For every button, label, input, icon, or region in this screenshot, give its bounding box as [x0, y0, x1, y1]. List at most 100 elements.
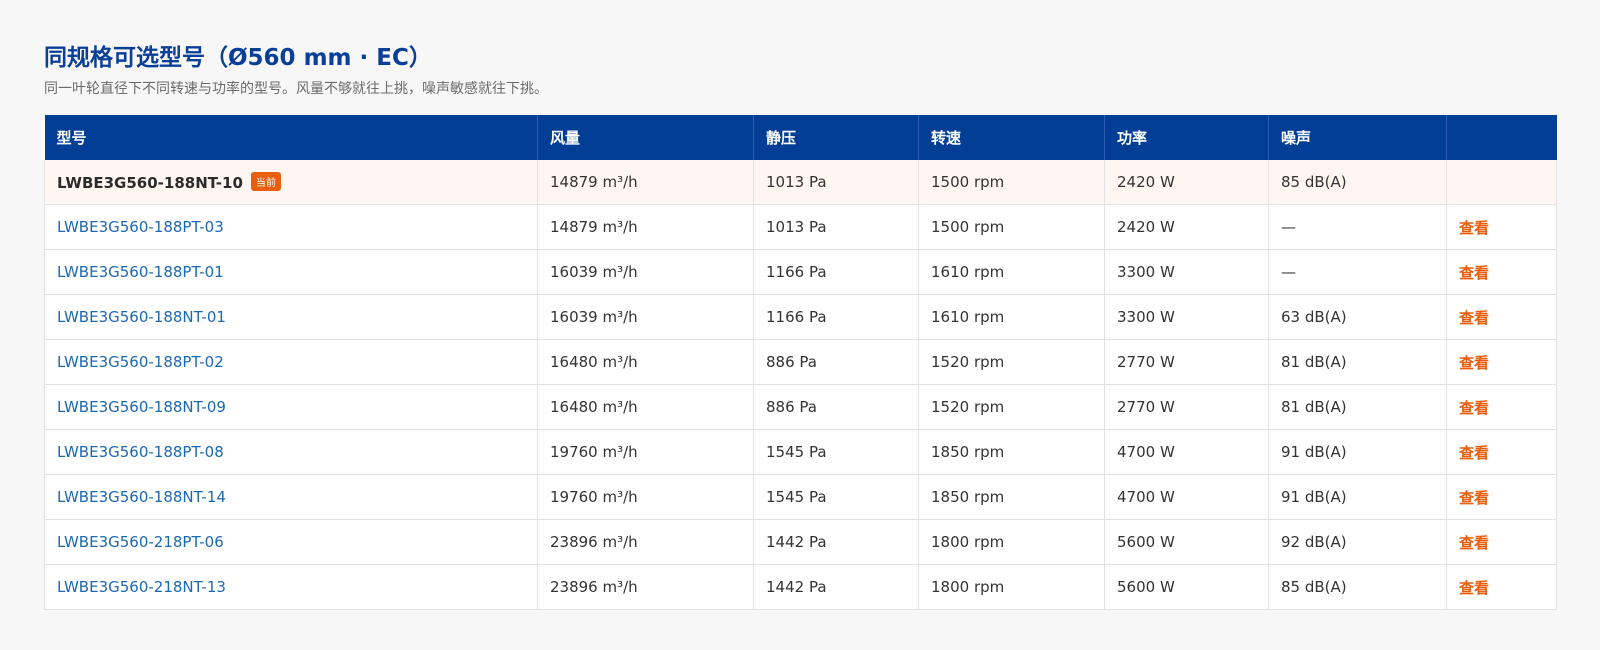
- cell-speed: 1610 rpm: [918, 249, 1105, 295]
- cell-model: LWBE3G560-188NT-14: [44, 474, 538, 520]
- cell-pressure: 1166 Pa: [753, 249, 919, 295]
- cell-action: 查看: [1446, 384, 1557, 430]
- model-link[interactable]: LWBE3G560-188NT-09: [57, 398, 226, 416]
- cell-model: LWBE3G560-218PT-06: [44, 519, 538, 565]
- header-pressure: 静压: [753, 115, 919, 160]
- model-link[interactable]: LWBE3G560-188PT-03: [57, 218, 224, 236]
- cell-airflow: 19760 m³/h: [537, 474, 754, 520]
- cell-noise: 81 dB(A): [1268, 384, 1447, 430]
- table-row: LWBE3G560-188PT-02 16480 m³/h 886 Pa 152…: [44, 339, 1557, 385]
- cell-speed: 1800 rpm: [918, 519, 1105, 565]
- page-title: 同规格可选型号（Ø560 mm · EC）: [44, 45, 432, 71]
- cell-power: 2420 W: [1104, 204, 1269, 250]
- header-action: [1446, 115, 1557, 160]
- cell-speed: 1500 rpm: [918, 160, 1105, 205]
- header-noise: 噪声: [1268, 115, 1447, 160]
- header-airflow: 风量: [537, 115, 754, 160]
- cell-airflow: 23896 m³/h: [537, 564, 754, 610]
- view-button[interactable]: 查看: [1459, 264, 1489, 282]
- view-button[interactable]: 查看: [1459, 309, 1489, 327]
- cell-airflow: 14879 m³/h: [537, 160, 754, 205]
- cell-action: 查看: [1446, 249, 1557, 295]
- cell-speed: 1800 rpm: [918, 564, 1105, 610]
- model-link[interactable]: LWBE3G560-188PT-08: [57, 443, 224, 461]
- cell-noise: 85 dB(A): [1268, 160, 1447, 205]
- cell-model: LWBE3G560-188PT-08: [44, 429, 538, 475]
- cell-pressure: 1442 Pa: [753, 564, 919, 610]
- cell-model: LWBE3G560-188NT-01: [44, 294, 538, 340]
- cell-airflow: 23896 m³/h: [537, 519, 754, 565]
- model-link[interactable]: LWBE3G560-188NT-14: [57, 488, 226, 506]
- current-badge: 当前: [250, 172, 281, 191]
- table-row: LWBE3G560-188NT-14 19760 m³/h 1545 Pa 18…: [44, 474, 1557, 520]
- current-model-name: LWBE3G560-188NT-10: [57, 174, 243, 192]
- table-row: LWBE3G560-188PT-01 16039 m³/h 1166 Pa 16…: [44, 249, 1557, 295]
- cell-power: 3300 W: [1104, 249, 1269, 295]
- cell-noise: 91 dB(A): [1268, 429, 1447, 475]
- cell-noise: 81 dB(A): [1268, 339, 1447, 385]
- cell-noise: —: [1268, 204, 1447, 250]
- cell-speed: 1520 rpm: [918, 339, 1105, 385]
- cell-model: LWBE3G560-188PT-03: [44, 204, 538, 250]
- cell-airflow: 19760 m³/h: [537, 429, 754, 475]
- cell-speed: 1610 rpm: [918, 294, 1105, 340]
- cell-speed: 1520 rpm: [918, 384, 1105, 430]
- cell-airflow: 16480 m³/h: [537, 384, 754, 430]
- view-button[interactable]: 查看: [1459, 579, 1489, 597]
- cell-pressure: 886 Pa: [753, 384, 919, 430]
- view-button[interactable]: 查看: [1459, 489, 1489, 507]
- cell-power: 5600 W: [1104, 519, 1269, 565]
- view-button[interactable]: 查看: [1459, 354, 1489, 372]
- table-row: LWBE3G560-188NT-01 16039 m³/h 1166 Pa 16…: [44, 294, 1557, 340]
- cell-action: 查看: [1446, 429, 1557, 475]
- cell-model: LWBE3G560-188NT-10 当前: [44, 160, 538, 205]
- cell-pressure: 1545 Pa: [753, 429, 919, 475]
- cell-noise: 63 dB(A): [1268, 294, 1447, 340]
- view-button[interactable]: 查看: [1459, 399, 1489, 417]
- table-row: LWBE3G560-188PT-08 19760 m³/h 1545 Pa 18…: [44, 429, 1557, 475]
- cell-speed: 1850 rpm: [918, 429, 1105, 475]
- header-model: 型号: [44, 115, 538, 160]
- cell-pressure: 1442 Pa: [753, 519, 919, 565]
- header-speed: 转速: [918, 115, 1105, 160]
- table-row-current: LWBE3G560-188NT-10 当前 14879 m³/h 1013 Pa …: [44, 160, 1557, 205]
- cell-action: [1446, 160, 1557, 205]
- cell-noise: 92 dB(A): [1268, 519, 1447, 565]
- cell-action: 查看: [1446, 474, 1557, 520]
- table-row: LWBE3G560-218PT-06 23896 m³/h 1442 Pa 18…: [44, 519, 1557, 565]
- table-row: LWBE3G560-188NT-09 16480 m³/h 886 Pa 152…: [44, 384, 1557, 430]
- cell-power: 4700 W: [1104, 474, 1269, 520]
- cell-model: LWBE3G560-218NT-13: [44, 564, 538, 610]
- cell-pressure: 886 Pa: [753, 339, 919, 385]
- cell-speed: 1500 rpm: [918, 204, 1105, 250]
- cell-power: 3300 W: [1104, 294, 1269, 340]
- model-link[interactable]: LWBE3G560-188PT-01: [57, 263, 224, 281]
- cell-pressure: 1166 Pa: [753, 294, 919, 340]
- cell-pressure: 1013 Pa: [753, 160, 919, 205]
- header-power: 功率: [1104, 115, 1269, 160]
- cell-model: LWBE3G560-188NT-09: [44, 384, 538, 430]
- model-table: 型号 风量 静压 转速 功率 噪声 LWBE3G560-188NT-10 当前 1…: [44, 115, 1557, 610]
- cell-power: 5600 W: [1104, 564, 1269, 610]
- view-button[interactable]: 查看: [1459, 219, 1489, 237]
- view-button[interactable]: 查看: [1459, 444, 1489, 462]
- cell-airflow: 16039 m³/h: [537, 249, 754, 295]
- cell-action: 查看: [1446, 339, 1557, 385]
- model-link[interactable]: LWBE3G560-218PT-06: [57, 533, 224, 551]
- table-row: LWBE3G560-188PT-03 14879 m³/h 1013 Pa 15…: [44, 204, 1557, 250]
- cell-power: 2420 W: [1104, 160, 1269, 205]
- cell-pressure: 1545 Pa: [753, 474, 919, 520]
- model-link[interactable]: LWBE3G560-218NT-13: [57, 578, 226, 596]
- model-link[interactable]: LWBE3G560-188PT-02: [57, 353, 224, 371]
- cell-power: 4700 W: [1104, 429, 1269, 475]
- cell-pressure: 1013 Pa: [753, 204, 919, 250]
- page-subtitle: 同一叶轮直径下不同转速与功率的型号。风量不够就往上挑，噪声敏感就往下挑。: [44, 81, 548, 97]
- model-link[interactable]: LWBE3G560-188NT-01: [57, 308, 226, 326]
- cell-power: 2770 W: [1104, 339, 1269, 385]
- cell-action: 查看: [1446, 519, 1557, 565]
- cell-action: 查看: [1446, 294, 1557, 340]
- view-button[interactable]: 查看: [1459, 534, 1489, 552]
- cell-power: 2770 W: [1104, 384, 1269, 430]
- cell-noise: 91 dB(A): [1268, 474, 1447, 520]
- cell-noise: 85 dB(A): [1268, 564, 1447, 610]
